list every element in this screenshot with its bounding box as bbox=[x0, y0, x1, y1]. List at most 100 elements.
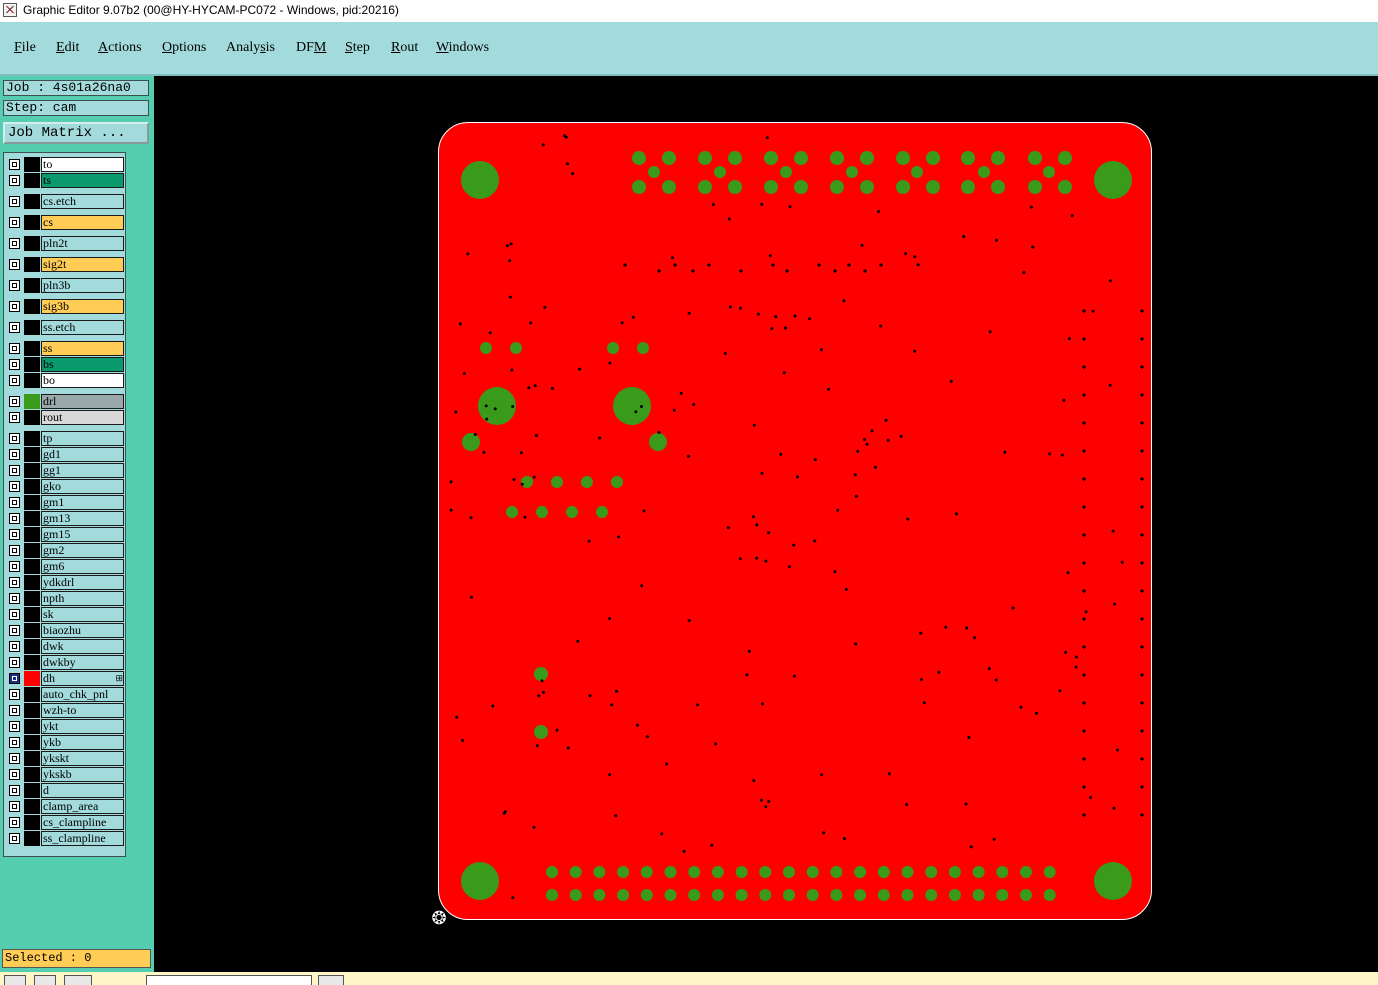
layer-color-swatch[interactable] bbox=[24, 815, 40, 830]
layer-name[interactable]: d bbox=[41, 783, 124, 798]
layer-row-bo[interactable]: bo bbox=[6, 373, 125, 388]
layer-color-swatch[interactable] bbox=[24, 194, 40, 209]
layer-color-swatch[interactable] bbox=[24, 575, 40, 590]
layer-color-swatch[interactable] bbox=[24, 591, 40, 606]
layer-color-swatch[interactable] bbox=[24, 655, 40, 670]
layer-row-gm13[interactable]: gm13 bbox=[6, 511, 125, 526]
layer-color-swatch[interactable] bbox=[24, 320, 40, 335]
layer-row-gko[interactable]: gko bbox=[6, 479, 125, 494]
layer-row-ykskb[interactable]: ykskb bbox=[6, 767, 125, 782]
layer-color-swatch[interactable] bbox=[24, 341, 40, 356]
layer-color-swatch[interactable] bbox=[24, 559, 40, 574]
layer-color-swatch[interactable] bbox=[24, 687, 40, 702]
layer-name[interactable]: bo bbox=[41, 373, 124, 388]
layer-checkbox[interactable] bbox=[9, 412, 20, 423]
layer-name[interactable]: gd1 bbox=[41, 447, 124, 462]
layer-name[interactable]: ts bbox=[41, 173, 124, 188]
layer-name[interactable]: ykb bbox=[41, 735, 124, 750]
layer-color-swatch[interactable] bbox=[24, 236, 40, 251]
layer-color-swatch[interactable] bbox=[24, 257, 40, 272]
layer-name[interactable]: dwk bbox=[41, 639, 124, 654]
layer-checkbox[interactable] bbox=[9, 705, 20, 716]
layer-row-gm1[interactable]: gm1 bbox=[6, 495, 125, 510]
layer-row-npth[interactable]: npth bbox=[6, 591, 125, 606]
layer-name[interactable]: pln3b bbox=[41, 278, 124, 293]
layer-checkbox[interactable] bbox=[9, 673, 20, 684]
layer-row-ydkdrl[interactable]: ydkdrl bbox=[6, 575, 125, 590]
layer-row-ss[interactable]: ss bbox=[6, 341, 125, 356]
layer-color-swatch[interactable] bbox=[24, 357, 40, 372]
layer-checkbox[interactable] bbox=[9, 721, 20, 732]
layer-row-pln3b[interactable]: pln3b bbox=[6, 278, 125, 293]
layer-name[interactable]: gko bbox=[41, 479, 124, 494]
layer-color-swatch[interactable] bbox=[24, 623, 40, 638]
layer-name[interactable]: ss_clampline bbox=[41, 831, 124, 846]
layer-color-swatch[interactable] bbox=[24, 373, 40, 388]
layer-row-dwk[interactable]: dwk bbox=[6, 639, 125, 654]
layer-row-clamp_area[interactable]: clamp_area bbox=[6, 799, 125, 814]
layer-checkbox[interactable] bbox=[9, 657, 20, 668]
layer-row-bs[interactable]: bs bbox=[6, 357, 125, 372]
layer-row-to[interactable]: to bbox=[6, 157, 125, 172]
layer-row-pln2t[interactable]: pln2t bbox=[6, 236, 125, 251]
layer-checkbox[interactable] bbox=[9, 689, 20, 700]
menu-analysis[interactable]: Analysis bbox=[226, 40, 275, 56]
layer-color-swatch[interactable] bbox=[24, 767, 40, 782]
layer-checkbox[interactable] bbox=[9, 625, 20, 636]
layer-checkbox[interactable] bbox=[9, 545, 20, 556]
layer-row-sig3b[interactable]: sig3b bbox=[6, 299, 125, 314]
layer-color-swatch[interactable] bbox=[24, 783, 40, 798]
layer-row-ts[interactable]: ts bbox=[6, 173, 125, 188]
layer-name[interactable]: to bbox=[41, 157, 124, 172]
layer-checkbox[interactable] bbox=[9, 175, 20, 186]
layer-name[interactable]: tp bbox=[41, 431, 124, 446]
layer-checkbox[interactable] bbox=[9, 359, 20, 370]
layer-row-ss_clampline[interactable]: ss_clampline bbox=[6, 831, 125, 846]
layer-color-swatch[interactable] bbox=[24, 719, 40, 734]
layer-name[interactable]: bs bbox=[41, 357, 124, 372]
toolbar-button[interactable] bbox=[4, 975, 26, 985]
menu-edit[interactable]: Edit bbox=[56, 40, 79, 56]
layer-name[interactable]: auto_chk_pnl bbox=[41, 687, 124, 702]
layer-color-swatch[interactable] bbox=[24, 173, 40, 188]
layer-row-ykb[interactable]: ykb bbox=[6, 735, 125, 750]
layer-checkbox[interactable] bbox=[9, 343, 20, 354]
layer-name[interactable]: gm2 bbox=[41, 543, 124, 558]
layer-name[interactable]: gm6 bbox=[41, 559, 124, 574]
layer-color-swatch[interactable] bbox=[24, 511, 40, 526]
layer-color-swatch[interactable] bbox=[24, 543, 40, 558]
layer-color-swatch[interactable] bbox=[24, 495, 40, 510]
layer-checkbox[interactable] bbox=[9, 737, 20, 748]
layer-color-swatch[interactable] bbox=[24, 671, 40, 686]
layer-color-swatch[interactable] bbox=[24, 447, 40, 462]
layer-color-swatch[interactable] bbox=[24, 157, 40, 172]
layer-name[interactable]: ydkdrl bbox=[41, 575, 124, 590]
layer-name[interactable]: biaozhu bbox=[41, 623, 124, 638]
layer-name[interactable]: drl bbox=[41, 394, 124, 409]
layer-color-swatch[interactable] bbox=[24, 299, 40, 314]
layer-row-sk[interactable]: sk bbox=[6, 607, 125, 622]
layer-color-swatch[interactable] bbox=[24, 463, 40, 478]
layer-checkbox[interactable] bbox=[9, 833, 20, 844]
layer-row-ykskt[interactable]: ykskt bbox=[6, 751, 125, 766]
layer-checkbox[interactable] bbox=[9, 785, 20, 796]
layer-checkbox[interactable] bbox=[9, 641, 20, 652]
layer-name[interactable]: ss.etch bbox=[41, 320, 124, 335]
layer-name[interactable]: dh bbox=[41, 671, 124, 686]
layer-checkbox[interactable] bbox=[9, 609, 20, 620]
layer-checkbox[interactable] bbox=[9, 817, 20, 828]
menu-options[interactable]: Options bbox=[162, 40, 206, 56]
layer-checkbox[interactable] bbox=[9, 217, 20, 228]
layer-row-gm2[interactable]: gm2 bbox=[6, 543, 125, 558]
layer-name[interactable]: cs_clampline bbox=[41, 815, 124, 830]
layer-row-sig2t[interactable]: sig2t bbox=[6, 257, 125, 272]
layer-checkbox[interactable] bbox=[9, 301, 20, 312]
layer-name[interactable]: gm1 bbox=[41, 495, 124, 510]
layer-row-biaozhu[interactable]: biaozhu bbox=[6, 623, 125, 638]
toolbar-button[interactable] bbox=[318, 975, 344, 985]
layer-color-swatch[interactable] bbox=[24, 799, 40, 814]
layer-row-gm15[interactable]: gm15 bbox=[6, 527, 125, 542]
layer-checkbox[interactable] bbox=[9, 465, 20, 476]
graphic-canvas[interactable]: ❂ bbox=[155, 76, 1378, 972]
layer-name[interactable]: dwkby bbox=[41, 655, 124, 670]
